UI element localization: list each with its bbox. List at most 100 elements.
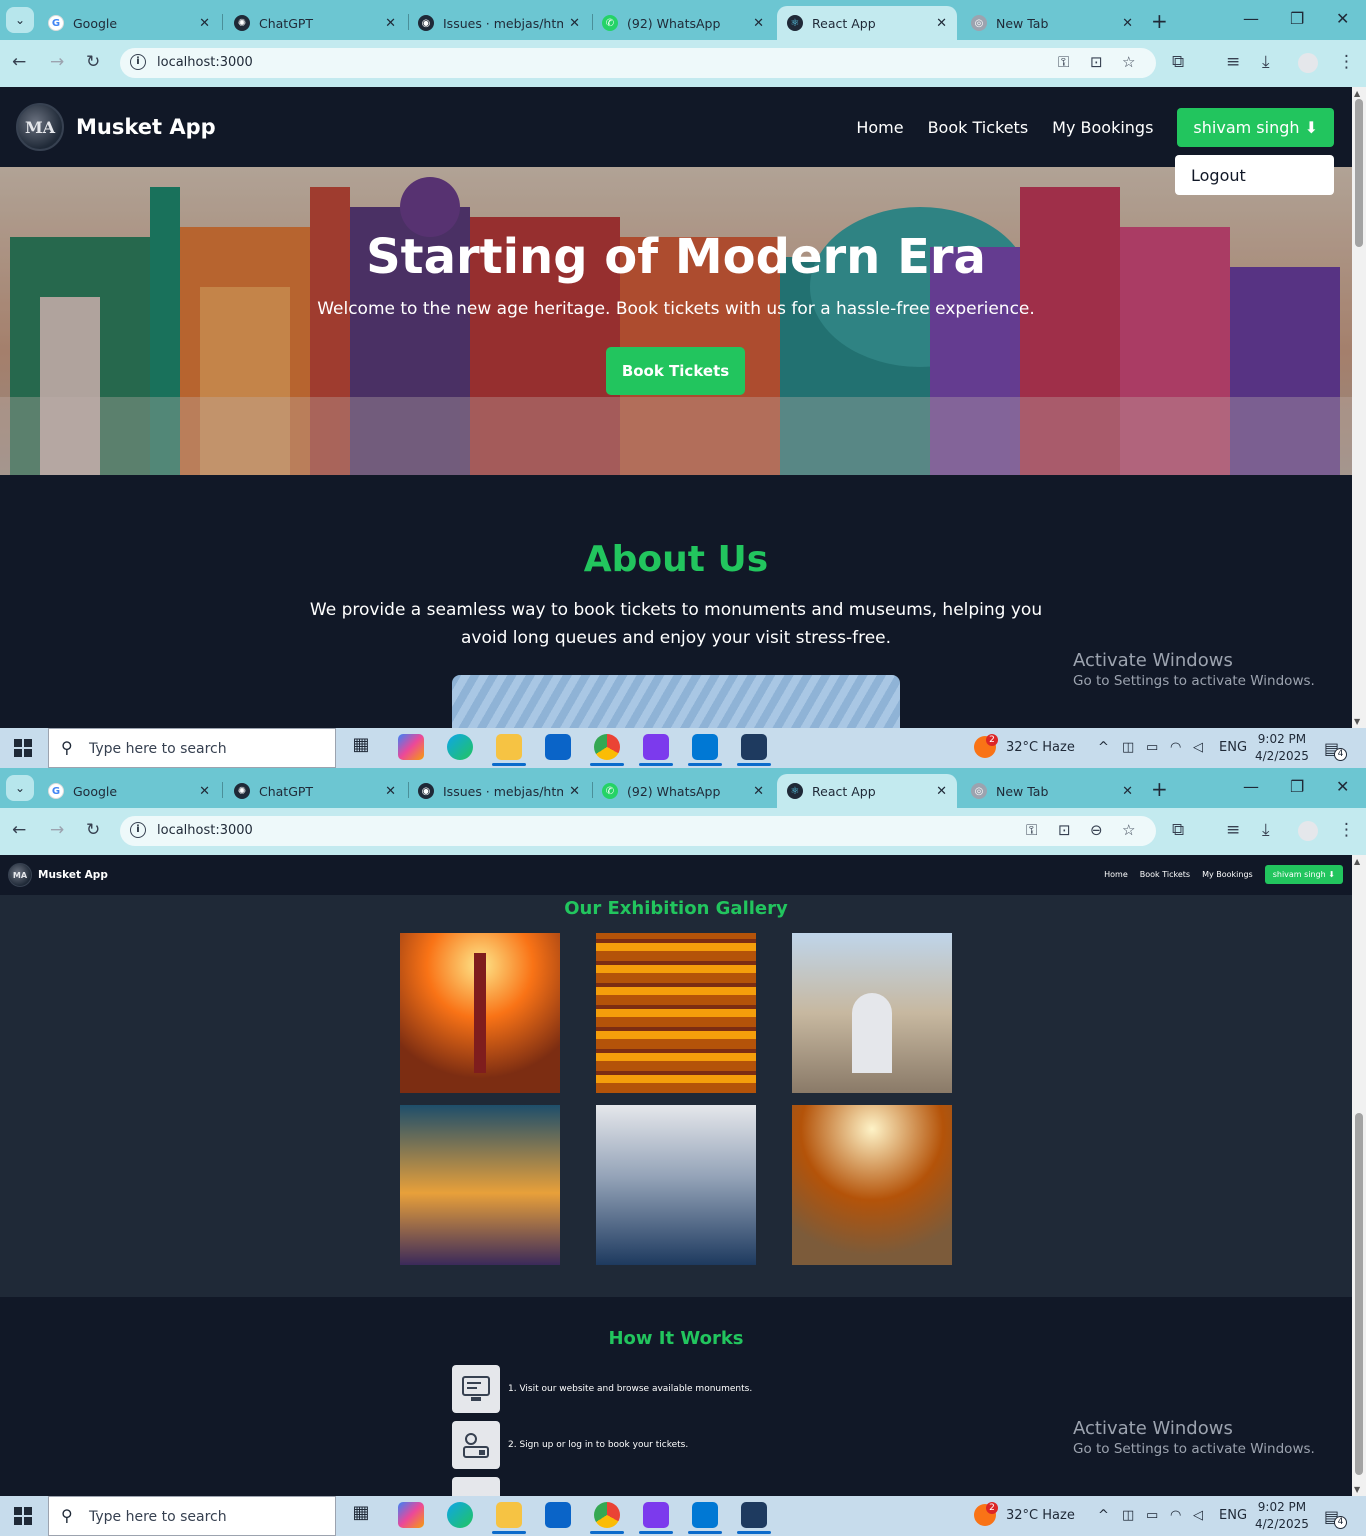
edge-icon[interactable] bbox=[447, 734, 473, 760]
profile-avatar[interactable] bbox=[1298, 821, 1318, 841]
back-button[interactable]: ← bbox=[12, 820, 26, 840]
close-icon[interactable]: ✕ bbox=[385, 784, 396, 799]
volume-icon[interactable]: ◁ bbox=[1193, 740, 1203, 755]
close-icon[interactable]: ✕ bbox=[199, 784, 210, 799]
taskbar-search[interactable]: ⚲ Type here to search bbox=[48, 728, 336, 768]
restore-button[interactable]: ❐ bbox=[1290, 9, 1304, 28]
hero-book-tickets-button[interactable]: Book Tickets bbox=[606, 347, 745, 395]
clock[interactable]: 9:02 PM 4/2/2025 bbox=[1255, 731, 1309, 765]
back-button[interactable]: ← bbox=[12, 52, 26, 72]
download-icon[interactable]: ⤓ bbox=[1262, 820, 1270, 840]
close-icon[interactable]: ✕ bbox=[569, 16, 580, 31]
install-icon[interactable]: ⊡ bbox=[1090, 53, 1103, 71]
gallery-image[interactable] bbox=[596, 1105, 756, 1265]
new-tab-button[interactable]: + bbox=[1151, 9, 1168, 33]
volume-icon[interactable]: ◁ bbox=[1193, 1508, 1203, 1523]
meet-icon[interactable]: ◫ bbox=[1122, 740, 1134, 755]
address-bar[interactable]: i localhost:3000 ⚿ ⊡ ⊖ ☆ bbox=[120, 816, 1156, 846]
scroll-down-arrow[interactable]: ▼ bbox=[1354, 1485, 1360, 1494]
nav-book-tickets[interactable]: Book Tickets bbox=[1140, 870, 1190, 879]
tab-google[interactable]: G Google ✕ bbox=[38, 6, 220, 40]
profile-avatar[interactable] bbox=[1298, 53, 1318, 73]
gallery-image[interactable] bbox=[792, 1105, 952, 1265]
chevron-up-icon[interactable]: ^ bbox=[1098, 1508, 1109, 1523]
forward-button[interactable]: → bbox=[50, 52, 64, 72]
tab-new-tab[interactable]: ◎ New Tab ✕ bbox=[961, 6, 1143, 40]
windows-start-icon[interactable] bbox=[14, 739, 32, 757]
brand-name[interactable]: Musket App bbox=[76, 115, 216, 139]
meet-icon[interactable]: ◫ bbox=[1122, 1508, 1134, 1523]
tab-search-button[interactable]: ⌄ bbox=[6, 775, 34, 801]
reload-button[interactable]: ↻ bbox=[86, 820, 100, 840]
vscode-icon[interactable] bbox=[688, 1502, 722, 1534]
gallery-image[interactable] bbox=[596, 933, 756, 1093]
close-window-button[interactable]: ✕ bbox=[1336, 777, 1349, 796]
new-tab-button[interactable]: + bbox=[1151, 777, 1168, 801]
gallery-image[interactable] bbox=[400, 933, 560, 1093]
weather-text[interactable]: 32°C Haze bbox=[1006, 1508, 1075, 1523]
logo[interactable]: MA bbox=[16, 103, 64, 151]
tab-react-app[interactable]: ⚛ React App ✕ bbox=[777, 774, 957, 808]
close-icon[interactable]: ✕ bbox=[936, 784, 947, 799]
close-icon[interactable]: ✕ bbox=[385, 16, 396, 31]
close-icon[interactable]: ✕ bbox=[936, 16, 947, 31]
chevron-up-icon[interactable]: ^ bbox=[1098, 740, 1109, 755]
info-icon[interactable]: i bbox=[130, 54, 146, 70]
tab-chatgpt[interactable]: ✺ ChatGPT ✕ bbox=[224, 6, 406, 40]
gallery-image[interactable] bbox=[400, 1105, 560, 1265]
nav-book-tickets[interactable]: Book Tickets bbox=[928, 118, 1029, 137]
battery-icon[interactable]: ▭ bbox=[1146, 740, 1158, 755]
app-icon[interactable] bbox=[639, 1502, 673, 1534]
weather-text[interactable]: 32°C Haze bbox=[1006, 740, 1075, 755]
tab-new-tab[interactable]: ◎ New Tab ✕ bbox=[961, 774, 1143, 808]
extensions-icon[interactable]: ⧉ bbox=[1172, 820, 1184, 840]
menu-icon[interactable]: ⋮ bbox=[1338, 52, 1355, 72]
close-icon[interactable]: ✕ bbox=[753, 784, 764, 799]
tab-search-button[interactable]: ⌄ bbox=[6, 7, 34, 33]
menu-icon[interactable]: ⋮ bbox=[1338, 820, 1355, 840]
nav-home[interactable]: Home bbox=[856, 118, 903, 137]
tab-react-app[interactable]: ⚛ React App ✕ bbox=[777, 6, 957, 40]
task-view-icon[interactable]: ▦ bbox=[348, 1502, 374, 1528]
nav-my-bookings[interactable]: My Bookings bbox=[1052, 118, 1153, 137]
logo[interactable]: MA bbox=[8, 863, 32, 887]
brand-name[interactable]: Musket App bbox=[38, 869, 108, 881]
clock[interactable]: 9:02 PM 4/2/2025 bbox=[1255, 1499, 1309, 1533]
windows-start-icon[interactable] bbox=[14, 1507, 32, 1525]
app-icon[interactable] bbox=[639, 734, 673, 766]
close-icon[interactable]: ✕ bbox=[199, 16, 210, 31]
page-scrollbar[interactable]: ▲ ▼ bbox=[1352, 87, 1366, 728]
close-icon[interactable]: ✕ bbox=[753, 16, 764, 31]
wifi-icon[interactable]: ◠ bbox=[1170, 1508, 1181, 1523]
language-indicator[interactable]: ENG bbox=[1219, 740, 1247, 755]
star-icon[interactable]: ☆ bbox=[1122, 53, 1135, 71]
close-icon[interactable]: ✕ bbox=[1122, 16, 1133, 31]
key-icon[interactable]: ⚿ bbox=[1058, 53, 1069, 71]
close-icon[interactable]: ✕ bbox=[569, 784, 580, 799]
download-icon[interactable]: ⤓ bbox=[1262, 52, 1270, 72]
scroll-thumb[interactable] bbox=[1355, 99, 1363, 247]
vscode-icon[interactable] bbox=[688, 734, 722, 766]
language-indicator[interactable]: ENG bbox=[1219, 1508, 1247, 1523]
edge-icon[interactable] bbox=[447, 1502, 473, 1528]
install-icon[interactable]: ⊡ bbox=[1058, 821, 1071, 839]
minimize-button[interactable]: — bbox=[1243, 9, 1259, 28]
media-icon[interactable]: ≡ bbox=[1226, 52, 1240, 72]
copilot-icon[interactable] bbox=[398, 734, 424, 760]
scroll-thumb[interactable] bbox=[1355, 1113, 1363, 1475]
zoom-icon[interactable]: ⊖ bbox=[1090, 821, 1103, 839]
user-menu-button[interactable]: shivam singh ⬇ bbox=[1264, 865, 1343, 884]
scroll-down-arrow[interactable]: ▼ bbox=[1354, 717, 1360, 726]
tab-google[interactable]: G Google ✕ bbox=[38, 774, 220, 808]
gallery-image[interactable] bbox=[792, 933, 952, 1093]
taskbar-search[interactable]: ⚲ Type here to search bbox=[48, 1496, 336, 1536]
reload-button[interactable]: ↻ bbox=[86, 52, 100, 72]
powershell-icon[interactable] bbox=[737, 734, 771, 766]
chrome-taskbar-icon[interactable] bbox=[590, 734, 624, 766]
wifi-icon[interactable]: ◠ bbox=[1170, 740, 1181, 755]
task-view-icon[interactable]: ▦ bbox=[348, 734, 374, 760]
extensions-icon[interactable]: ⧉ bbox=[1172, 52, 1184, 72]
tab-chatgpt[interactable]: ✺ ChatGPT ✕ bbox=[224, 774, 406, 808]
battery-icon[interactable]: ▭ bbox=[1146, 1508, 1158, 1523]
close-window-button[interactable]: ✕ bbox=[1336, 9, 1349, 28]
